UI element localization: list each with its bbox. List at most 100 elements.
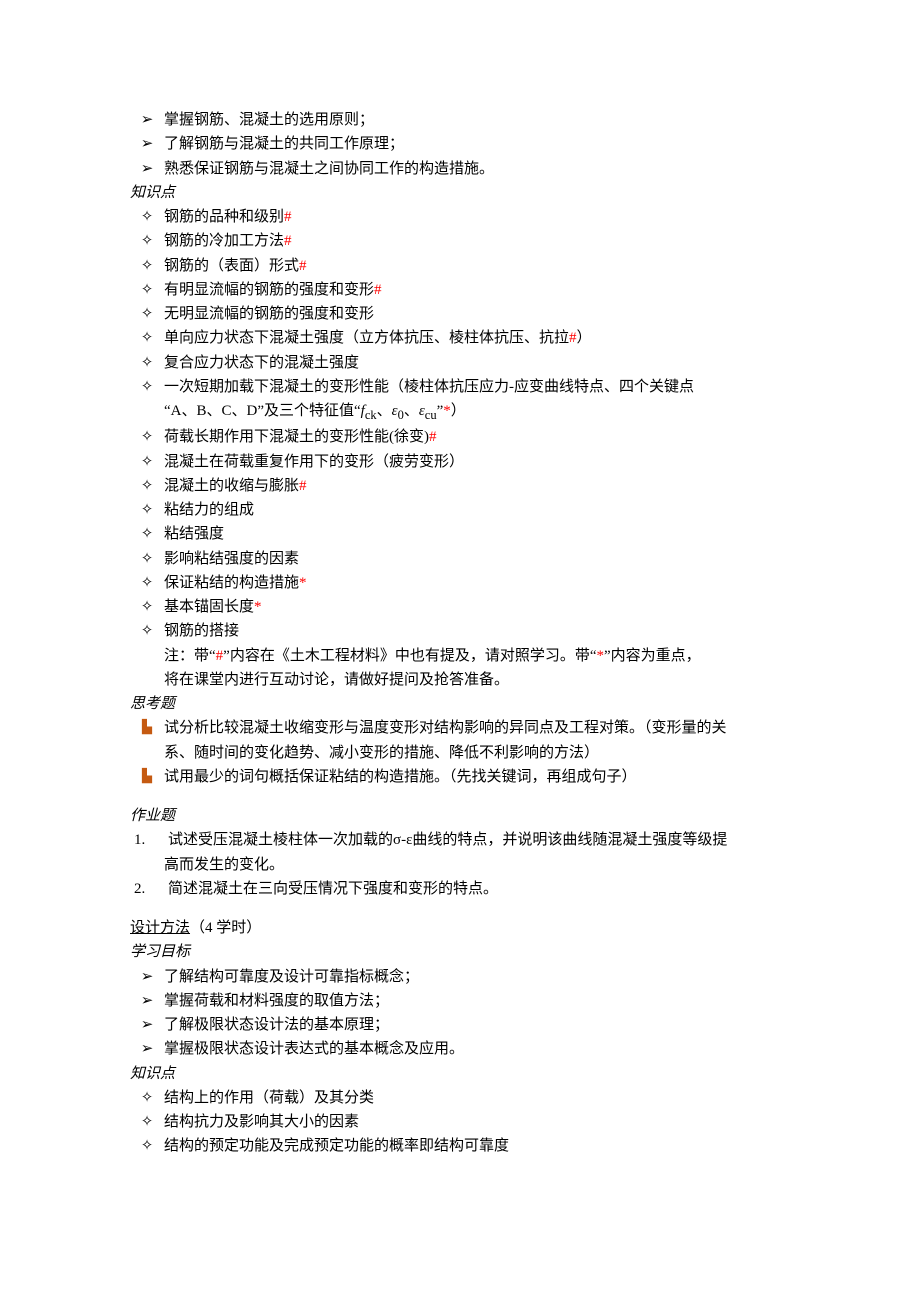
diamond-icon: ✧ — [130, 303, 164, 326]
text: 熟悉保证钢筋与混凝土之间协同工作的构造措施。 — [164, 158, 790, 181]
text: 高而发生的变化。 — [164, 854, 790, 877]
diamond-icon: ✧ — [130, 1111, 164, 1134]
list-item: 1.试述受压混凝土棱柱体一次加载的σ-ε曲线的特点，并说明该曲线随混凝土强度等级… — [130, 829, 790, 852]
diamond-icon: ✧ — [130, 255, 164, 278]
diamond-icon: ✧ — [130, 1135, 164, 1158]
text: 系、随时间的变化趋势、减小变形的措施、降低不利影响的方法） — [164, 742, 790, 765]
list-item: ✧粘结力的组成 — [130, 499, 790, 522]
text: 荷载长期作用下混凝土的变形性能(徐变) — [164, 426, 790, 449]
text: 钢筋的搭接 — [164, 620, 790, 643]
arrow-icon: ➢ — [130, 133, 164, 156]
list-item: ✧影响粘结强度的因素 — [130, 548, 790, 571]
text: 掌握钢筋、混凝土的选用原则； — [164, 109, 790, 132]
text: 注：带“#”内容在《土木工程材料》中也有提及，请对照学习。带“*”内容为重点， — [164, 645, 790, 668]
heading-text: 知识点 — [130, 1063, 790, 1086]
list-item: ✧钢筋的（表面）形式 — [130, 255, 790, 278]
list-item-cont: “A、B、C、D”及三个特征值“fck、ε0、εcu”） — [130, 400, 790, 425]
list-item: ➢掌握荷载和材料强度的取值方法； — [130, 990, 790, 1013]
list-item: ✧保证粘结的构造措施 — [130, 572, 790, 595]
number: 1. — [130, 829, 168, 852]
diamond-icon: ✧ — [130, 475, 164, 498]
list-item: ✧基本锚固长度 — [130, 596, 790, 619]
spacer — [130, 790, 790, 804]
diamond-icon: ✧ — [130, 572, 164, 595]
list-item: ➢掌握钢筋、混凝土的选用原则； — [130, 109, 790, 132]
diamond-icon: ✧ — [130, 352, 164, 375]
text: “A、B、C、D”及三个特征值“fck、ε0、εcu”） — [164, 400, 790, 425]
text: 钢筋的（表面）形式 — [164, 255, 790, 278]
note-line: 注：带“#”内容在《土木工程材料》中也有提及，请对照学习。带“*”内容为重点， — [130, 645, 790, 668]
document-page: ➢掌握钢筋、混凝土的选用原则； ➢了解钢筋与混凝土的共同工作原理； ➢ 熟悉保证… — [0, 0, 920, 1302]
text: 试分析比较混凝土收缩变形与温度变形对结构影响的异同点及工程对策。（变形量的关 — [164, 717, 790, 740]
list-item: ✧ 一次短期加载下混凝土的变形性能（棱柱体抗压应力-应变曲线特点、四个关键点 — [130, 376, 790, 399]
section-title: 设计方法 — [130, 920, 190, 936]
list-item: ✧单向应力状态下混凝土强度（立方体抗压、棱柱体抗压、抗拉） — [130, 327, 790, 350]
hash-mark — [284, 233, 292, 249]
flag-icon: ▙ — [130, 766, 164, 786]
heading-knowledge: 知识点 — [130, 182, 790, 205]
heading-text: 学习目标 — [130, 941, 790, 964]
text: 结构上的作用（荷载）及其分类 — [164, 1087, 790, 1110]
list-item: ✧钢筋的冷加工方法 — [130, 230, 790, 253]
heading-text: 知识点 — [130, 182, 790, 205]
diamond-icon: ✧ — [130, 1087, 164, 1110]
text: 一次短期加载下混凝土的变形性能（棱柱体抗压应力-应变曲线特点、四个关键点 — [164, 376, 790, 399]
text: 钢筋的品种和级别 — [164, 206, 790, 229]
heading-text: 作业题 — [130, 805, 790, 828]
heading-goal: 学习目标 — [130, 941, 790, 964]
diamond-icon: ✧ — [130, 548, 164, 571]
list-item: ✧粘结强度 — [130, 523, 790, 546]
text: 设计方法（4 学时） — [130, 917, 790, 940]
hash-mark — [299, 478, 307, 494]
list-item: ▙试分析比较混凝土收缩变形与温度变形对结构影响的异同点及工程对策。（变形量的关 — [130, 717, 790, 740]
list-item: ➢了解钢筋与混凝土的共同工作原理； — [130, 133, 790, 156]
list-item: ➢了解极限状态设计法的基本原理； — [130, 1014, 790, 1037]
star-mark — [254, 599, 262, 615]
diamond-icon: ✧ — [130, 230, 164, 253]
number: 2. — [130, 878, 168, 901]
arrow-icon: ➢ — [130, 1038, 164, 1061]
text: 钢筋的冷加工方法 — [164, 230, 790, 253]
hash-mark — [569, 330, 577, 346]
text: 粘结力的组成 — [164, 499, 790, 522]
text: 单向应力状态下混凝土强度（立方体抗压、棱柱体抗压、抗拉） — [164, 327, 790, 350]
hash-mark — [374, 282, 382, 298]
text: 无明显流幅的钢筋的强度和变形 — [164, 303, 790, 326]
list-item: ✧结构上的作用（荷载）及其分类 — [130, 1087, 790, 1110]
spacer — [130, 902, 790, 916]
hash-mark — [284, 209, 292, 225]
heading-text: 思考题 — [130, 693, 790, 716]
diamond-icon: ✧ — [130, 451, 164, 474]
diamond-icon: ✧ — [130, 206, 164, 229]
text: 了解结构可靠度及设计可靠指标概念； — [164, 966, 790, 989]
text: 混凝土在荷载重复作用下的变形（疲劳变形） — [164, 451, 790, 474]
text: 保证粘结的构造措施 — [164, 572, 790, 595]
heading-knowledge: 知识点 — [130, 1063, 790, 1086]
diamond-icon: ✧ — [130, 523, 164, 546]
list-item: ✧结构抗力及影响其大小的因素 — [130, 1111, 790, 1134]
arrow-icon: ➢ — [130, 966, 164, 989]
text: 复合应力状态下的混凝土强度 — [164, 352, 790, 375]
diamond-icon: ✧ — [130, 376, 164, 399]
heading-think: 思考题 — [130, 693, 790, 716]
text: 掌握荷载和材料强度的取值方法； — [164, 990, 790, 1013]
hash-mark — [429, 429, 437, 445]
list-item: ▙试用最少的词句概括保证粘结的构造措施。（先找关键词，再组成句子） — [130, 766, 790, 789]
list-item: ✧有明显流幅的钢筋的强度和变形 — [130, 279, 790, 302]
list-item: ➢ 熟悉保证钢筋与混凝土之间协同工作的构造措施。 — [130, 158, 790, 181]
text: 影响粘结强度的因素 — [164, 548, 790, 571]
arrow-icon: ➢ — [130, 109, 164, 132]
list-item: ✧无明显流幅的钢筋的强度和变形 — [130, 303, 790, 326]
arrow-icon: ➢ — [130, 1014, 164, 1037]
note-line: 将在课堂内进行互动讨论，请做好提问及抢答准备。 — [130, 669, 790, 692]
diamond-icon: ✧ — [130, 620, 164, 643]
list-item: ✧钢筋的品种和级别 — [130, 206, 790, 229]
diamond-icon: ✧ — [130, 327, 164, 350]
list-item: ✧结构的预定功能及完成预定功能的概率即结构可靠度 — [130, 1135, 790, 1158]
star-mark — [443, 403, 451, 419]
text: 了解钢筋与混凝土的共同工作原理； — [164, 133, 790, 156]
text: 掌握极限状态设计表达式的基本概念及应用。 — [164, 1038, 790, 1061]
hash-mark — [299, 258, 307, 274]
list-item: 2.简述混凝土在三向受压情况下强度和变形的特点。 — [130, 878, 790, 901]
list-item-cont: 高而发生的变化。 — [130, 854, 790, 877]
